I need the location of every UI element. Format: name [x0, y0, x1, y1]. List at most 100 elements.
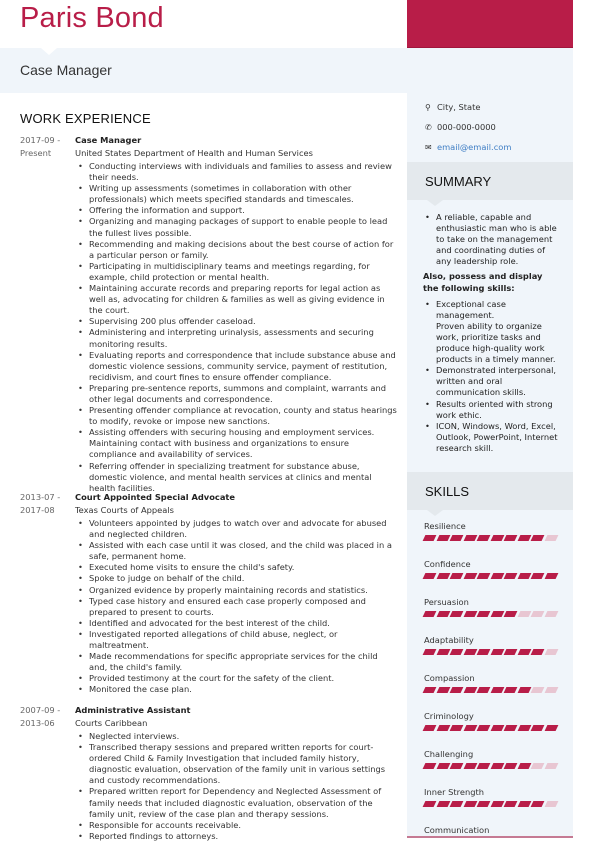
skill-name: Confidence	[424, 559, 471, 569]
skill-name: Inner Strength	[424, 787, 485, 797]
list-item: Prepared written report for Dependency a…	[78, 786, 397, 819]
job-date-end: Present	[20, 148, 52, 158]
column-gap	[400, 93, 407, 838]
list-item: Assisting offenders with securing housin…	[78, 427, 397, 460]
rating-segment-empty	[544, 763, 558, 769]
email-link[interactable]: email@email.com	[437, 142, 511, 152]
rating-segment-filled	[476, 611, 490, 617]
job-duties-list: Volunteers appointed by judges to watch …	[75, 518, 397, 696]
list-item: Results oriented with strong work ethic.	[425, 399, 558, 421]
list-item: Organizing and managing packages of supp…	[78, 216, 397, 238]
rating-segment-filled	[503, 573, 517, 579]
skill-name: Persuasion	[424, 597, 469, 607]
rating-segment-filled	[476, 763, 490, 769]
list-item: A reliable, capable and enthusiastic man…	[425, 212, 558, 267]
skills-header: SKILLS	[407, 472, 573, 516]
job-dates: 2007-09 - 2013-06	[20, 704, 68, 730]
contact-location: ⚲ City, State	[425, 102, 481, 112]
summary-intro-list: A reliable, capable and enthusiastic man…	[423, 212, 558, 267]
list-item: Provided testimony at the court for the …	[78, 673, 397, 684]
rating-segment-filled	[436, 725, 450, 731]
rating-segment-filled	[422, 649, 436, 655]
skill-rating-bar	[422, 725, 564, 731]
job-role: Administrative Assistant	[75, 705, 191, 715]
skill-item: Persuasion	[422, 597, 564, 617]
list-item: Made recommendations for specific approp…	[78, 651, 397, 673]
skill-item: Compassion	[422, 673, 564, 693]
rating-segment-filled	[463, 535, 477, 541]
rating-segment-filled	[436, 611, 450, 617]
skill-name: Resilience	[424, 521, 466, 531]
rating-segment-filled	[530, 573, 544, 579]
list-item: Reported findings to attorneys.	[78, 831, 397, 842]
contact-phone: ✆ 000-000-0000	[425, 122, 496, 132]
rating-segment-filled	[503, 763, 517, 769]
list-item: Responsible for accounts receivable.	[78, 820, 397, 831]
rating-segment-filled	[449, 725, 463, 731]
rating-segment-filled	[422, 573, 436, 579]
envelope-icon: ✉	[425, 143, 432, 152]
job-date-start: 2013-07 -	[20, 492, 61, 502]
job-date-start: 2017-09 -	[20, 135, 61, 145]
skill-item: Confidence	[422, 559, 564, 579]
list-item: Offering the information and support.	[78, 205, 397, 216]
rating-segment-filled	[463, 611, 477, 617]
rating-segment-filled	[503, 649, 517, 655]
rating-segment-empty	[530, 763, 544, 769]
rating-segment-filled	[503, 611, 517, 617]
job-organization: United States Department of Health and H…	[75, 148, 313, 158]
rating-segment-filled	[544, 573, 558, 579]
skill-rating-bar	[422, 801, 564, 807]
list-item: Referring offender in specializing treat…	[78, 461, 397, 494]
list-item: Exceptional case management.Proven abili…	[425, 299, 558, 366]
rating-segment-filled	[449, 763, 463, 769]
skills-heading: SKILLS	[425, 484, 470, 499]
rating-segment-filled	[463, 687, 477, 693]
rating-segment-filled	[476, 649, 490, 655]
rating-segment-filled	[490, 573, 504, 579]
rating-segment-filled	[517, 535, 531, 541]
summary-body: A reliable, capable and enthusiastic man…	[423, 212, 558, 454]
rating-segment-filled	[490, 763, 504, 769]
header-notch	[427, 510, 443, 516]
skill-item: Adaptability	[422, 635, 564, 655]
skill-item: Criminology	[422, 711, 564, 731]
rating-segment-filled	[463, 763, 477, 769]
band-notch	[41, 48, 57, 55]
skill-item: Resilience	[422, 521, 564, 541]
skill-name: Challenging	[424, 749, 474, 759]
summary-heading: SUMMARY	[425, 174, 492, 189]
job-date-start: 2007-09 -	[20, 705, 61, 715]
job-duties-list: Conducting interviews with individuals a…	[75, 161, 397, 494]
header-notch	[427, 200, 443, 206]
rating-segment-filled	[436, 573, 450, 579]
job-dates: 2017-09 - Present	[20, 134, 68, 160]
job-role: Court Appointed Special Advocate	[75, 492, 236, 502]
contact-email[interactable]: ✉ email@email.com	[425, 142, 511, 152]
list-item: Maintaining accurate records and prepari…	[78, 283, 397, 316]
job-role: Case Manager	[75, 135, 142, 145]
rating-segment-filled	[503, 725, 517, 731]
skill-name: Adaptability	[424, 635, 474, 645]
job-dates: 2013-07 - 2017-08	[20, 491, 68, 517]
rating-segment-filled	[503, 687, 517, 693]
skill-rating-bar	[422, 611, 564, 617]
list-item: Evaluating reports and correspondence th…	[78, 350, 397, 383]
rating-segment-filled	[449, 535, 463, 541]
rating-segment-filled	[490, 725, 504, 731]
rating-segment-empty	[544, 535, 558, 541]
job-organization: Courts Caribbean	[75, 718, 148, 728]
rating-segment-filled	[436, 687, 450, 693]
summary-skills-intro: Also, possess and display the following …	[423, 271, 543, 293]
skill-rating-bar	[422, 687, 564, 693]
list-item: Neglected interviews.	[78, 731, 397, 742]
skill-rating-bar	[422, 535, 564, 541]
rating-segment-filled	[490, 535, 504, 541]
rating-segment-filled	[544, 725, 558, 731]
rating-segment-filled	[463, 725, 477, 731]
rating-segment-filled	[476, 573, 490, 579]
rating-segment-filled	[517, 573, 531, 579]
list-item: Writing up assessments (sometimes in col…	[78, 183, 397, 205]
job-duties-list: Neglected interviews.Transcribed therapy…	[75, 731, 397, 842]
rating-segment-filled	[449, 801, 463, 807]
